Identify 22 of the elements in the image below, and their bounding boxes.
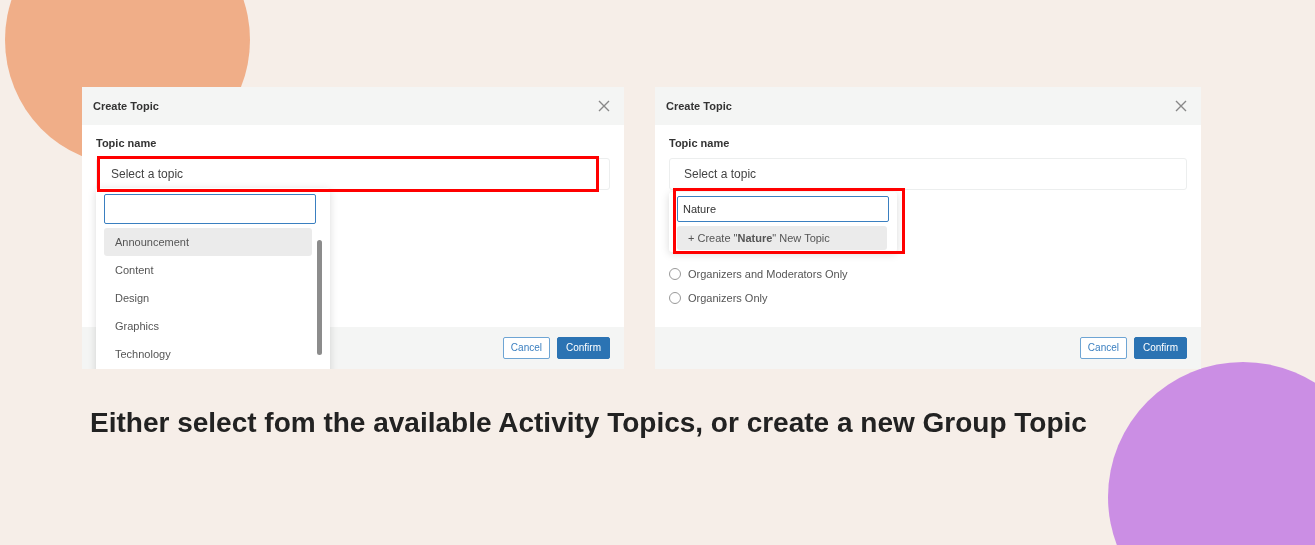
dialog-title: Create Topic	[93, 98, 159, 114]
topic-option[interactable]: Design	[104, 284, 312, 312]
create-topic-option[interactable]: + Create "Nature" New Topic	[677, 226, 887, 250]
confirm-button[interactable]: Confirm	[1134, 337, 1187, 359]
search-field[interactable]: Nature	[677, 196, 889, 222]
close-icon[interactable]	[1175, 100, 1187, 112]
dialog-title: Create Topic	[666, 98, 732, 114]
close-icon[interactable]	[598, 100, 610, 112]
cancel-button[interactable]: Cancel	[502, 337, 550, 359]
topic-option[interactable]: Content	[104, 256, 312, 284]
radio-label: Organizers Only	[688, 291, 768, 306]
topic-select[interactable]: Select a topic	[669, 157, 1187, 190]
field-label: Topic name	[96, 136, 157, 151]
search-field[interactable]	[104, 194, 316, 224]
field-label: Topic name	[669, 136, 730, 151]
topic-option[interactable]: Announcement	[104, 228, 312, 256]
caption: Either select fom the available Activity Topics, or create a new Group Topic	[90, 406, 1088, 440]
confirm-button[interactable]: Confirm	[557, 337, 610, 359]
cancel-button[interactable]: Cancel	[1079, 337, 1127, 359]
radio-label: Organizers and Moderators Only	[688, 266, 848, 282]
topic-option[interactable]: Graphics	[104, 312, 312, 340]
topic-option[interactable]: Technology	[104, 340, 312, 368]
